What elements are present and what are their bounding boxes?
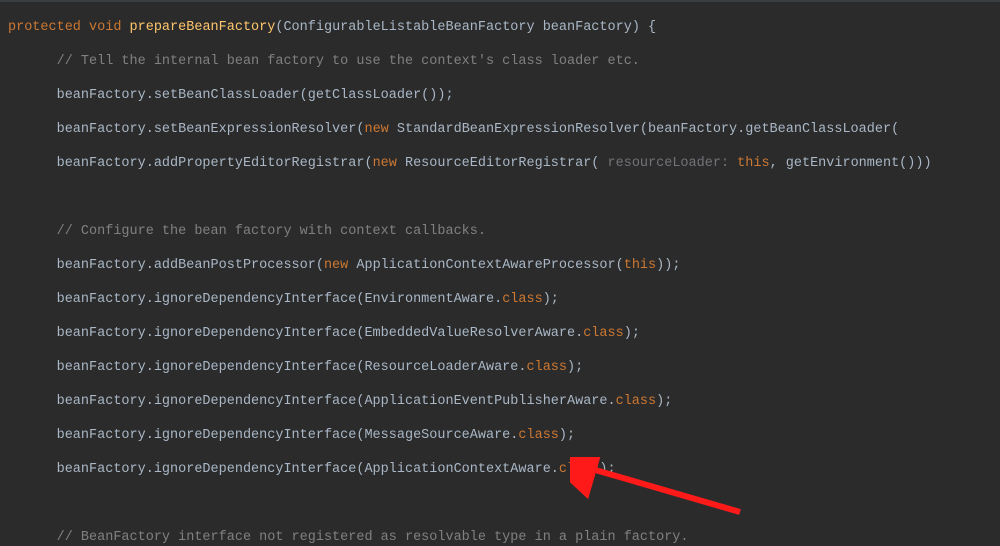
stmt: beanFactory.setBeanExpressionResolver( [57,122,365,137]
code-editor: protected void prepareBeanFactory(Config… [0,0,1000,546]
code-line: beanFactory.ignoreDependencyInterface(Ap… [8,393,1000,410]
comment: // Tell the internal bean factory to use… [57,54,640,69]
code-line: beanFactory.ignoreDependencyInterface(Em… [8,325,1000,342]
modifiers: protected void [8,20,121,35]
inlay-hint: resourceLoader: [599,156,737,171]
code-line: beanFactory.addPropertyEditorRegistrar(n… [8,155,1000,172]
code-line: // Configure the bean factory with conte… [8,223,1000,240]
code-line: // Tell the internal bean factory to use… [8,53,1000,70]
code-line: beanFactory.ignoreDependencyInterface(Ap… [8,461,1000,478]
code-line: beanFactory.setBeanClassLoader(getClassL… [8,87,1000,104]
code-line: protected void prepareBeanFactory(Config… [8,19,1000,36]
code-line: beanFactory.ignoreDependencyInterface(En… [8,291,1000,308]
code-line: // BeanFactory interface not registered … [8,529,1000,546]
params: (ConfigurableListableBeanFactory beanFac… [275,20,656,35]
stmt: beanFactory.setBeanClassLoader(getClassL… [57,88,454,103]
blank-line [8,495,1000,512]
code-line: beanFactory.ignoreDependencyInterface(Re… [8,359,1000,376]
code-line: beanFactory.addBeanPostProcessor(new App… [8,257,1000,274]
blank-line [8,189,1000,206]
code-line: beanFactory.setBeanExpressionResolver(ne… [8,121,1000,138]
code-line: beanFactory.ignoreDependencyInterface(Me… [8,427,1000,444]
method-name: prepareBeanFactory [130,20,276,35]
